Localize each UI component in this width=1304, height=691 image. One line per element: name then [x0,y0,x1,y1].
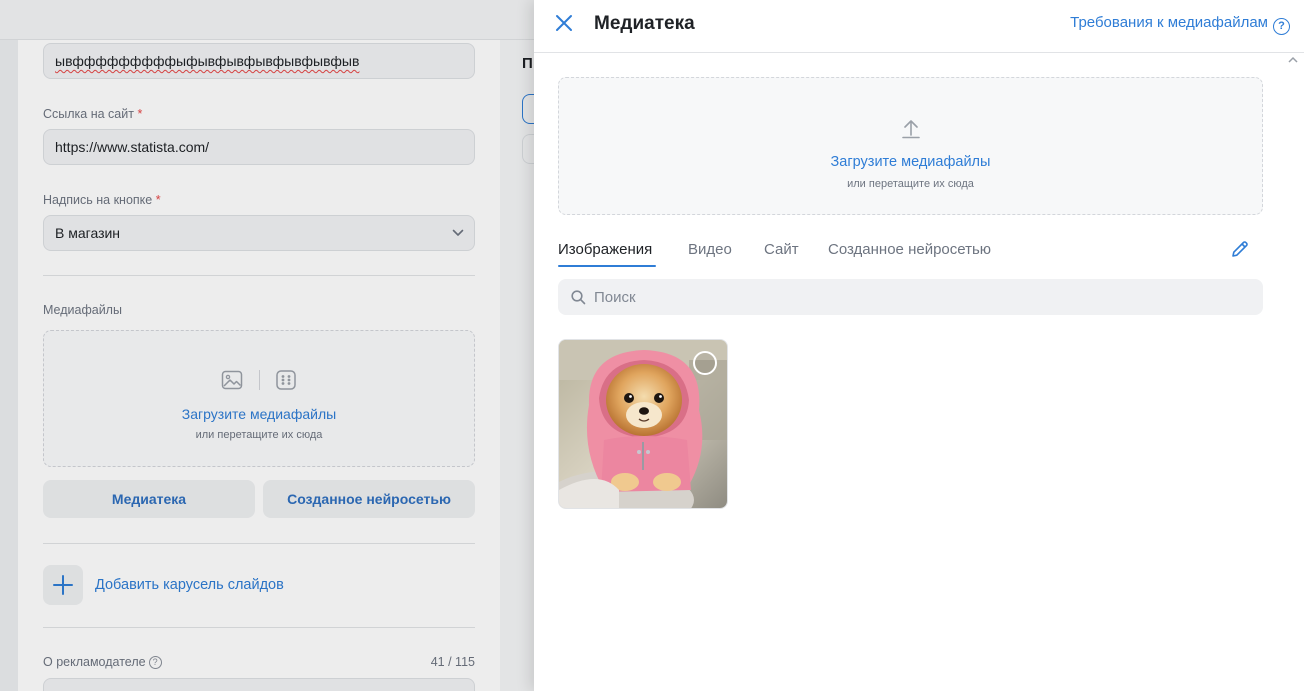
drawer-title: Медиатека [594,13,695,34]
tab-images[interactable]: Изображения [558,241,652,258]
search-input[interactable] [594,279,1244,315]
search-icon [571,290,586,305]
upload-subtitle: или перетащите их сюда [847,178,974,190]
edit-button[interactable] [1230,239,1250,259]
active-tab-indicator [558,265,656,267]
tab-ai-generated[interactable]: Созданное нейросетью [828,241,991,258]
search-field[interactable] [558,279,1263,315]
pencil-icon [1232,241,1248,257]
media-library-drawer: Медиатека Требования к медиафайлам? Загр… [534,0,1304,691]
scroll-up-arrow[interactable] [1288,56,1298,67]
media-item-image[interactable] [558,339,728,509]
tab-site[interactable]: Сайт [764,241,799,258]
close-button[interactable] [554,13,574,33]
drawer-header: Медиатека Требования к медиафайлам? [534,0,1304,53]
close-icon [556,15,572,31]
upload-icon [902,120,920,139]
upload-drop-zone[interactable]: Загрузите медиафайлы или перетащите их с… [558,77,1263,215]
help-icon: ? [1273,18,1290,35]
backdrop-overlay[interactable] [0,0,534,691]
requirements-link[interactable]: Требования к медиафайлам? [1070,14,1290,35]
select-checkbox[interactable] [693,351,717,375]
tab-video[interactable]: Видео [688,241,732,258]
upload-title[interactable]: Загрузите медиафайлы [559,154,1262,170]
